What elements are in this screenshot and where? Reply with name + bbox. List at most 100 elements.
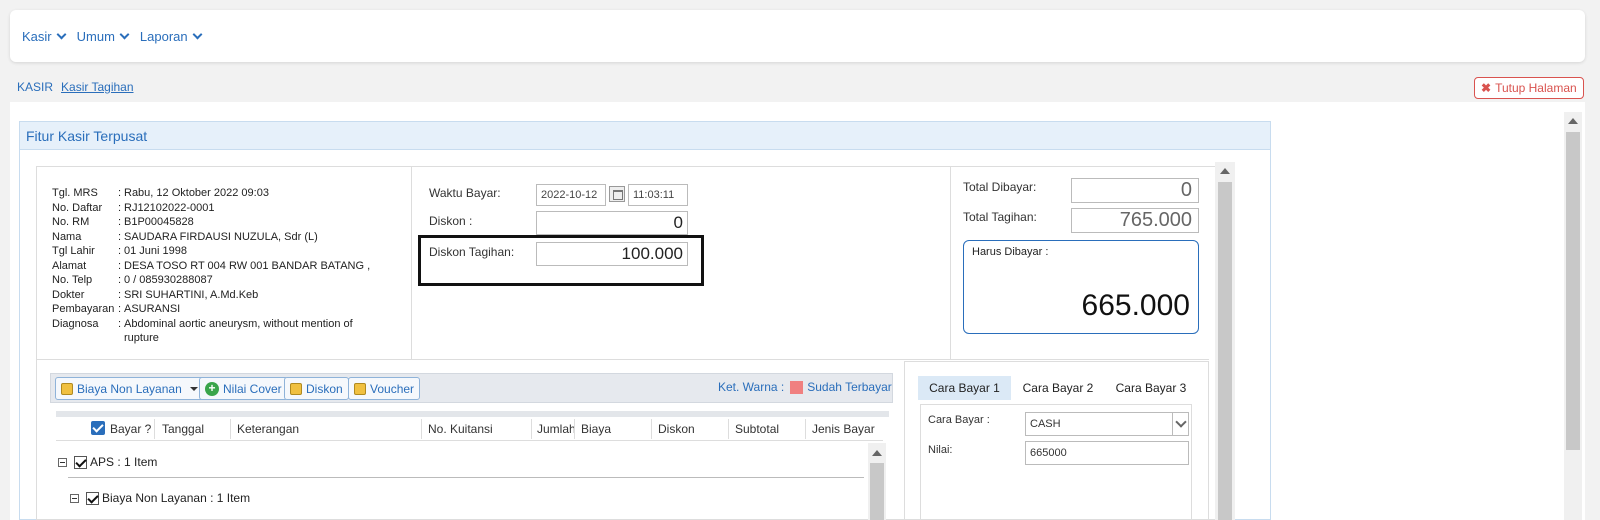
patient-label: Nama — [52, 230, 82, 243]
column-header[interactable]: Subtotal — [735, 422, 779, 436]
nav-menu-umum[interactable]: Umum — [77, 29, 130, 44]
diskon-button[interactable]: Diskon — [284, 377, 349, 400]
divider — [411, 167, 412, 359]
patient-value: B1P00045828 — [124, 216, 194, 228]
nilai-cover-button[interactable]: + Nilai Cover — [199, 377, 288, 400]
biaya-non-layanan-button[interactable]: Biaya Non Layanan — [55, 377, 204, 400]
divider — [37, 359, 1209, 360]
collapse-icon[interactable] — [70, 493, 79, 503]
group-label: Biaya Non Layanan : 1 Item — [102, 491, 251, 505]
grid-header: Bayar ? Tanggal Keterangan No. Kuitansi … — [56, 417, 883, 441]
patient-label: No. RM — [52, 216, 90, 228]
patient-label: Tgl. MRS — [52, 187, 98, 199]
column-header[interactable]: No. Kuitansi — [428, 422, 493, 436]
patient-row: Tgl. MRS: Rabu, 12 Oktober 2022 09:03 — [52, 186, 394, 201]
voucher-button[interactable]: Voucher — [348, 377, 421, 400]
edit-icon — [290, 382, 302, 395]
diskon-label: Diskon : — [429, 214, 473, 228]
divider — [950, 167, 951, 359]
date-field[interactable]: 2022-10-12 — [536, 184, 606, 206]
collapse-icon[interactable] — [58, 457, 67, 467]
time-field[interactable]: 11:03:11 — [628, 184, 688, 206]
group-row-aps[interactable]: APS : 1 Item — [58, 455, 157, 469]
total-dibayar-field: 0 — [1071, 178, 1199, 203]
row-checkbox[interactable] — [74, 455, 87, 469]
patient-row: Pembayaran: ASURANSI — [52, 302, 394, 317]
diskon-field[interactable]: 0 — [536, 211, 688, 235]
patient-value: Rabu, 12 Oktober 2022 09:03 — [124, 187, 269, 199]
column-header[interactable]: Keterangan — [237, 422, 299, 436]
column-header[interactable]: Tanggal — [162, 422, 204, 436]
cara-bayar-label: Cara Bayar : — [928, 414, 990, 426]
harus-dibayar-value: 665.000 — [1081, 289, 1190, 322]
scrollbar-thumb[interactable] — [870, 463, 884, 520]
column-header[interactable]: Diskon — [658, 422, 695, 436]
nav-menu-label: Kasir — [22, 28, 52, 44]
patient-value: 01 Juni 1998 — [124, 245, 187, 257]
button-label: Biaya Non Layanan — [77, 381, 182, 396]
nilai-label: Nilai: — [928, 444, 953, 456]
patient-label: Dokter — [52, 288, 85, 301]
grid-scrollbar[interactable] — [868, 443, 886, 520]
patient-value: SAUDARA FIRDAUSI NUZULA, Sdr (L) — [124, 230, 318, 243]
patient-value: SRI SUHARTINI, A.Md.Keb — [124, 288, 259, 301]
checkbox-icon — [91, 421, 105, 435]
chevron-down-icon — [119, 29, 130, 39]
column-header[interactable]: Jenis Bayar — [812, 422, 875, 436]
button-label: Nilai Cover — [223, 381, 282, 396]
chevron-down-icon[interactable] — [1172, 413, 1188, 435]
patient-label: Pembayaran — [52, 303, 115, 315]
cara-bayar-select[interactable]: CASH — [1025, 412, 1189, 436]
close-page-label: Tutup Halaman — [1495, 81, 1577, 95]
patient-value: DESA TOSO RT 004 RW 001 BANDAR BATANG , — [124, 259, 371, 272]
total-dibayar-label: Total Dibayar: — [963, 180, 1037, 194]
top-navbar: Kasir Umum Laporan — [10, 10, 1585, 62]
patient-label: Diagnosa — [52, 317, 99, 330]
breadcrumb-current[interactable]: Kasir Tagihan — [61, 80, 134, 94]
column-header[interactable]: Biaya — [581, 422, 611, 436]
tab-cara-bayar-2[interactable]: Cara Bayar 2 — [1013, 376, 1103, 400]
patient-row: Diagnosa: Abdominal aortic aneurysm, with… — [52, 317, 394, 346]
edit-icon — [61, 382, 73, 395]
row-checkbox[interactable] — [86, 491, 99, 505]
close-page-button[interactable]: ✖ Tutup Halaman — [1474, 77, 1584, 99]
patient-row: No. Telp:0 / 085930288087 — [52, 273, 394, 288]
legend-swatch — [790, 380, 804, 394]
breadcrumb-root[interactable]: KASIR — [17, 80, 53, 94]
patient-label: Tgl Lahir — [52, 245, 95, 257]
select-all-checkbox[interactable] — [91, 421, 105, 436]
legend-label: Ket. Warna : — [718, 380, 785, 394]
button-label: Voucher — [370, 381, 415, 396]
scrollbar-thumb[interactable] — [1566, 132, 1580, 450]
page-scrollbar[interactable] — [1564, 112, 1582, 520]
tab-cara-bayar-1[interactable]: Cara Bayar 1 — [918, 376, 1011, 400]
harus-dibayar-box: Harus Dibayar : 665.000 — [963, 240, 1199, 334]
scroll-up-icon[interactable] — [872, 450, 882, 456]
patient-row: Tgl Lahir:01 Juni 1998 — [52, 244, 394, 259]
group-row-biaya-non-layanan[interactable]: Biaya Non Layanan : 1 Item — [70, 491, 250, 505]
patient-row: No. RM: B1P00045828 — [52, 215, 394, 230]
scroll-up-icon[interactable] — [1568, 118, 1578, 124]
patient-label: Alamat — [52, 259, 87, 272]
patient-value: RJ12102022-0001 — [124, 201, 215, 214]
nav-menu-label: Laporan — [139, 28, 188, 44]
patient-value: Abdominal aortic aneurysm, without menti… — [124, 317, 353, 345]
scrollbar-thumb[interactable] — [1218, 182, 1232, 520]
nav-menu-kasir[interactable]: Kasir — [22, 28, 67, 44]
column-header[interactable]: Bayar ? — [110, 422, 151, 436]
calendar-icon[interactable] — [609, 186, 625, 202]
patient-info: Tgl. MRS: Rabu, 12 Oktober 2022 09:03 No.… — [52, 186, 394, 346]
group-label: APS : 1 Item — [90, 455, 158, 469]
patient-label: No. Telp — [52, 274, 93, 286]
chevron-down-icon — [56, 29, 67, 39]
scroll-up-icon[interactable] — [1220, 168, 1230, 174]
legend-item: Sudah Terbayar — [807, 380, 892, 394]
panel-title: Fitur Kasir Terpusat — [20, 122, 1270, 150]
nav-menu-laporan[interactable]: Laporan — [139, 28, 203, 44]
tab-cara-bayar-3[interactable]: Cara Bayar 3 — [1106, 376, 1196, 400]
total-tagihan-field: 765.000 — [1071, 208, 1199, 233]
edit-icon — [354, 382, 366, 395]
column-header[interactable]: Jumlah — [537, 422, 576, 436]
form-scrollbar[interactable] — [1215, 162, 1235, 520]
nilai-input[interactable]: 665000 — [1025, 441, 1189, 465]
